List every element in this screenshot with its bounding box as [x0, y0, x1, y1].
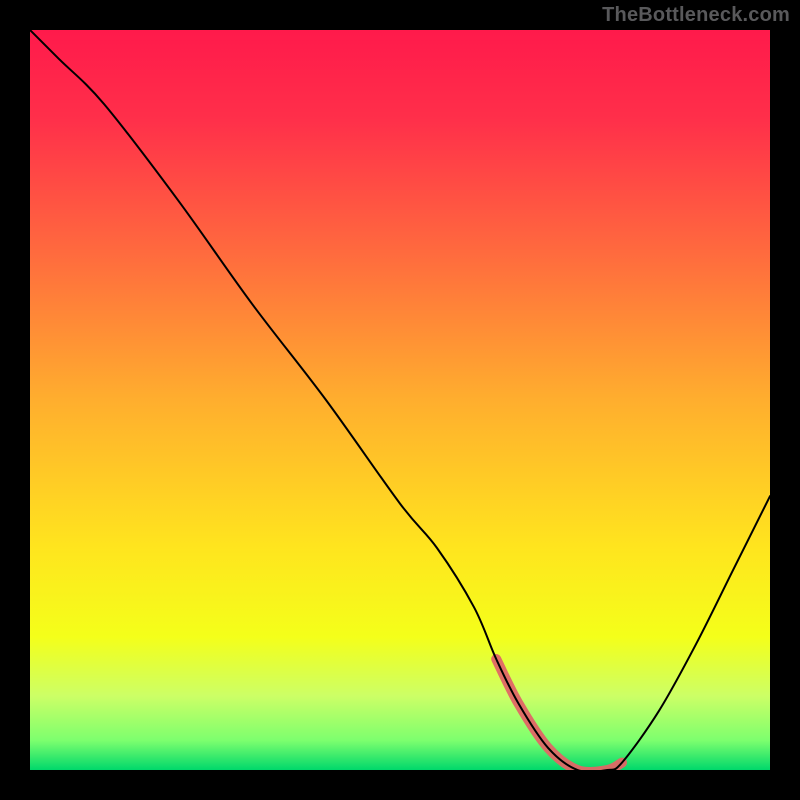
- chart-svg: [30, 30, 770, 770]
- gradient-background: [30, 30, 770, 770]
- chart-stage: TheBottleneck.com: [0, 0, 800, 800]
- watermark-text: TheBottleneck.com: [602, 4, 790, 27]
- chart-plot: [30, 30, 770, 770]
